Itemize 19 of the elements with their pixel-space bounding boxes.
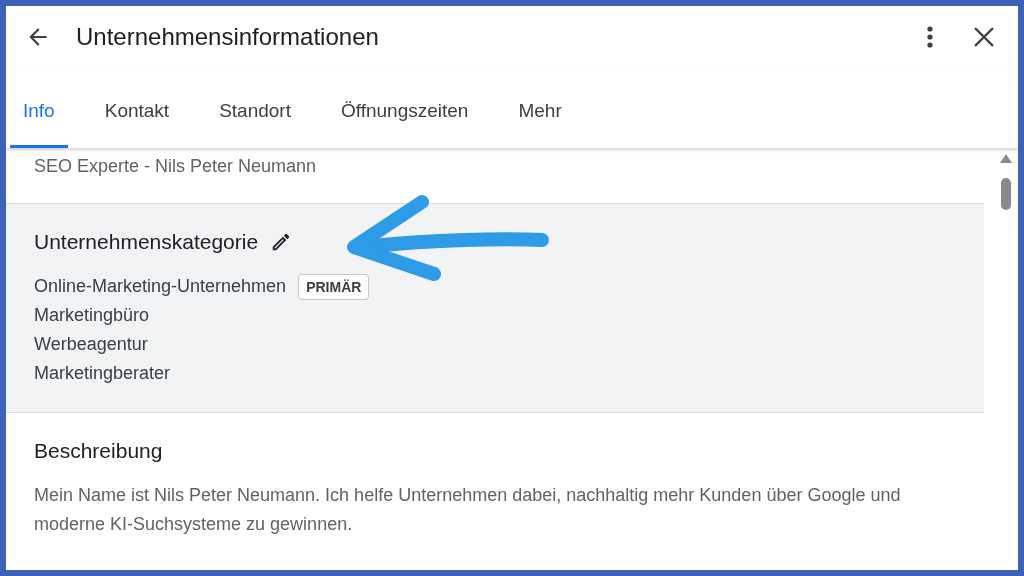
category-name: Marketingbüro bbox=[34, 305, 150, 326]
description-text: Mein Name ist Nils Peter Neumann. Ich helfe Unternehmen dabei, nachhaltig mehr Kunden über Google und moderne KI-Suchsysteme zu gewinnen. bbox=[34, 484, 902, 536]
close-icon bbox=[973, 26, 995, 48]
category-name: Online-Marketing-Unternehmen bbox=[34, 276, 287, 297]
category-name: Werbeagentur bbox=[34, 334, 148, 355]
tab[interactable]: Info bbox=[10, 68, 68, 148]
tab[interactable]: Öffnungszeiten bbox=[327, 68, 482, 148]
scroll-up-icon bbox=[1000, 154, 1012, 163]
primary-badge: PRIMÄR bbox=[298, 273, 370, 300]
category-name: Marketingberater bbox=[34, 363, 171, 384]
tab[interactable]: Kontakt bbox=[91, 68, 183, 148]
window-title: Unternehmensinformationen bbox=[76, 23, 380, 51]
business-name: SEO Experte - Nils Peter Neumann bbox=[33, 155, 318, 178]
scroll-thumb[interactable] bbox=[1001, 178, 1011, 210]
more-vertical-icon bbox=[926, 25, 934, 49]
tab[interactable]: Standort bbox=[206, 68, 304, 148]
section-heading: Unternehmenskategorie bbox=[34, 230, 259, 254]
tab[interactable]: Mehr bbox=[505, 68, 575, 148]
section-heading: Beschreibung bbox=[34, 439, 163, 463]
